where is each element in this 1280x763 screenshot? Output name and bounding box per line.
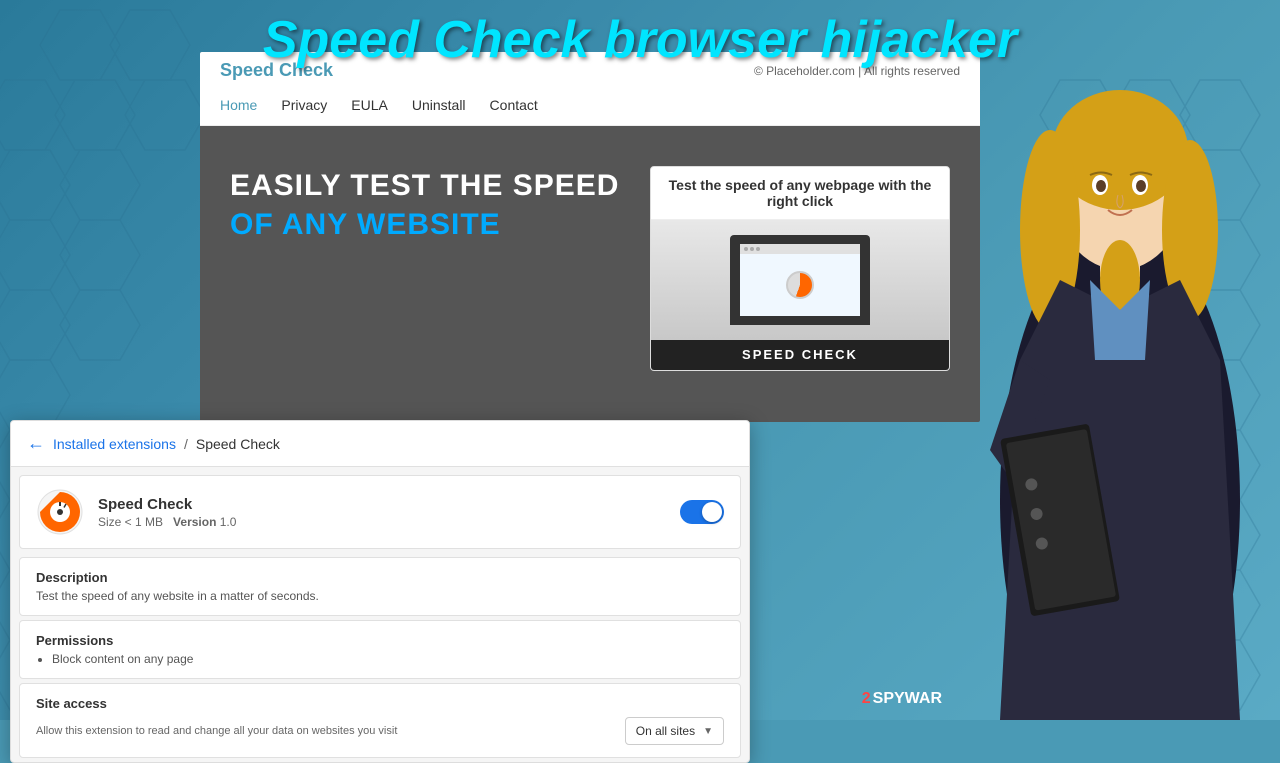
hero-text: EASILY TEST THE SPEED OF ANY WEBSITE — [230, 166, 630, 244]
extension-name: Speed Check — [98, 496, 666, 513]
permissions-title: Permissions — [36, 633, 724, 648]
screen-dot-1 — [744, 247, 748, 251]
hero-card-footer: SPEED CHECK — [651, 340, 949, 370]
person-area — [960, 0, 1280, 720]
hero-heading: EASILY TEST THE SPEED OF ANY WEBSITE — [230, 166, 630, 244]
permissions-section: Permissions Block content on any page — [19, 620, 741, 679]
permission-item-1: Block content on any page — [52, 652, 724, 666]
nav-contact[interactable]: Contact — [490, 97, 538, 113]
description-text: Test the speed of any website in a matte… — [36, 589, 724, 603]
site-access-dropdown[interactable]: On all sites ▼ — [625, 717, 724, 745]
hero-heading-white: EASILY TEST THE SPEED — [230, 169, 619, 202]
laptop-screen — [740, 244, 860, 316]
toggle-knob — [702, 502, 722, 522]
breadcrumb-current: Speed Check — [196, 436, 280, 452]
description-title: Description — [36, 570, 724, 585]
site-access-section: Site access Allow this extension to read… — [19, 683, 741, 758]
chevron-down-icon: ▼ — [703, 726, 713, 737]
screen-browser-bar — [740, 244, 860, 254]
site-access-row: Allow this extension to read and change … — [36, 717, 724, 745]
extension-breadcrumb: ← Installed extensions / Speed Check — [11, 421, 749, 467]
breadcrumb-link[interactable]: Installed extensions — [53, 436, 176, 452]
hero-card-header: Test the speed of any webpage with the r… — [651, 167, 949, 220]
extension-meta: Size < 1 MB Version 1.0 — [98, 515, 666, 529]
website-nav: Home Privacy EULA Uninstall Contact — [200, 89, 980, 126]
speed-check-label: SPEED CHECK — [742, 347, 858, 362]
nav-eula[interactable]: EULA — [351, 97, 388, 113]
spywar-logo-text: SPYWAR — [873, 690, 942, 708]
extension-icon — [36, 488, 84, 536]
extension-toggle[interactable] — [680, 500, 724, 524]
spywar-logo-area: 2 SPYWAR — [862, 690, 942, 708]
breadcrumb-separator: / — [184, 436, 188, 452]
back-icon[interactable]: ← — [27, 433, 45, 454]
screen-content — [740, 254, 860, 316]
nav-home[interactable]: Home — [220, 97, 257, 113]
description-section: Description Test the speed of any websit… — [19, 557, 741, 616]
screen-dot-3 — [756, 247, 760, 251]
website-hero: EASILY TEST THE SPEED OF ANY WEBSITE Tes… — [200, 126, 980, 411]
website-panel: Speed Check © Placeholder.com | All righ… — [200, 52, 980, 422]
site-access-title: Site access — [36, 696, 724, 711]
spywar-logo-number: 2 — [862, 690, 871, 708]
extension-name-area: Speed Check Size < 1 MB Version 1.0 — [98, 496, 666, 529]
extension-panel: ← Installed extensions / Speed Check Spe… — [10, 420, 750, 763]
site-access-text: Allow this extension to read and change … — [36, 725, 613, 737]
hero-card: Test the speed of any webpage with the r… — [650, 166, 950, 371]
extension-version-label: Version — [173, 515, 216, 529]
nav-privacy[interactable]: Privacy — [281, 97, 327, 113]
extension-version: 1.0 — [220, 515, 237, 529]
extension-info-row: Speed Check Size < 1 MB Version 1.0 — [19, 475, 741, 549]
hero-heading-blue: OF ANY WEBSITE — [230, 208, 501, 241]
laptop-mock — [730, 235, 870, 325]
main-title: Speed Check browser hijacker — [180, 10, 1100, 70]
screen-dot-2 — [750, 247, 754, 251]
extension-size: Size < 1 MB — [98, 515, 163, 529]
permissions-list: Block content on any page — [36, 652, 724, 666]
hero-card-image — [651, 220, 949, 340]
nav-uninstall[interactable]: Uninstall — [412, 97, 466, 113]
dropdown-value: On all sites — [636, 724, 695, 738]
speed-gauge — [786, 271, 814, 299]
